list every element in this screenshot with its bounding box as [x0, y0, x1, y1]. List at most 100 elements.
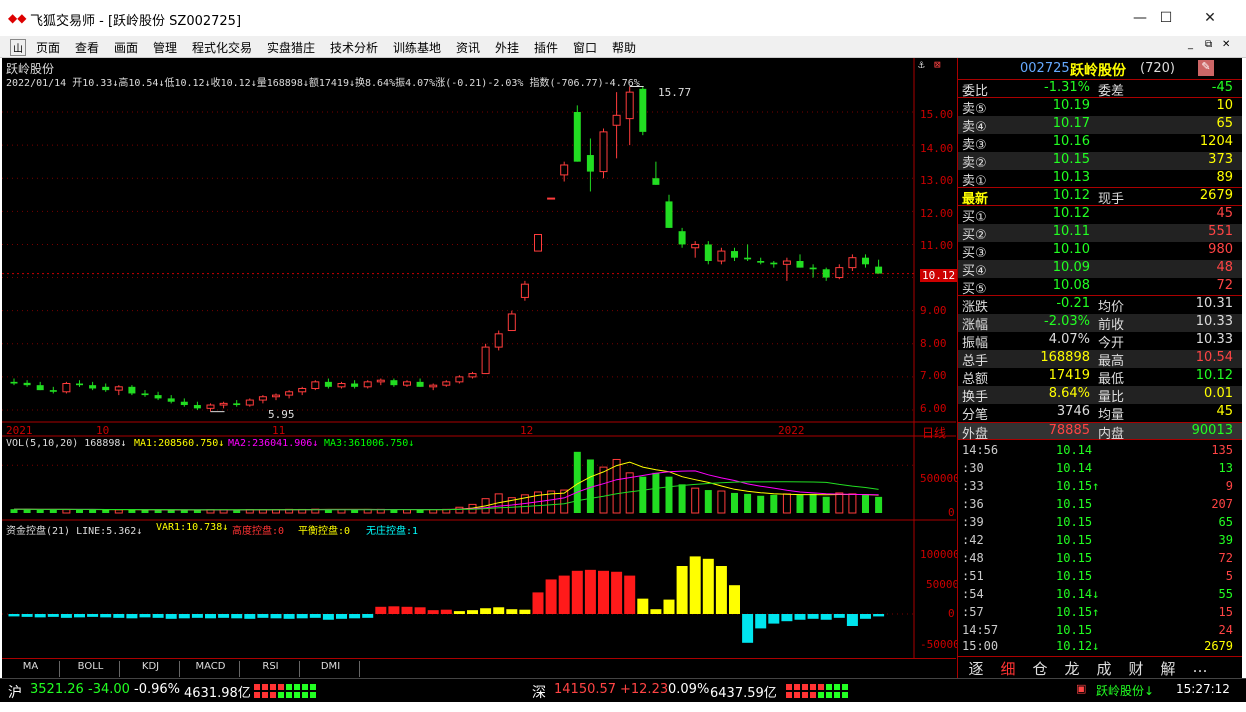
tab-boll[interactable]: BOLL	[62, 661, 120, 677]
candle-body-up	[691, 243, 700, 249]
candle-body-up	[62, 383, 71, 393]
volume-bar-down	[770, 494, 778, 513]
tab-more[interactable]: …	[1186, 658, 1214, 678]
pin-icon[interactable]: ⚓	[918, 58, 925, 71]
tab-rsi[interactable]: RSI	[242, 661, 300, 677]
maximize-button[interactable]: ☐	[1146, 5, 1186, 31]
sz-label: 深	[532, 685, 546, 701]
tab-dmi[interactable]: DMI	[302, 661, 360, 677]
volume-bar-down	[731, 492, 738, 513]
tick-price: 10.14↓	[1056, 587, 1100, 601]
menu-training[interactable]: 训练基地	[393, 39, 441, 56]
menu-help[interactable]: 帮助	[612, 39, 636, 56]
tab-position[interactable]: 仓	[1026, 658, 1054, 678]
fund-var1-legend: VAR1:10.738↓	[156, 522, 229, 533]
fund-control-bar	[74, 614, 85, 618]
kline-chart-area[interactable]: 跃岭股份 2022/01/14 开10.33↓高10.54↓低10.12↓收10…	[2, 58, 960, 678]
volume-bar-down	[180, 510, 188, 513]
sell-label: 卖④	[962, 120, 987, 135]
volume-bar-up	[403, 509, 411, 514]
mdi-close-icon[interactable]: ✕	[1222, 39, 1230, 50]
menu-news[interactable]: 资讯	[456, 39, 480, 56]
mdi-minimize-icon[interactable]: _	[1188, 39, 1193, 50]
fund-control-bar	[283, 614, 295, 619]
tick-price: 10.15	[1056, 569, 1093, 583]
status-stock[interactable]: 跃岭股份↓	[1096, 682, 1154, 699]
volume-bar-down	[10, 509, 18, 513]
sh-index[interactable]: 3521.26	[30, 682, 84, 697]
sell-row[interactable]: 卖④ 10.17 65	[958, 116, 1242, 135]
mdi-restore-icon[interactable]: ⧉	[1205, 39, 1212, 50]
price-tick: 13.00	[920, 174, 954, 187]
sell-row[interactable]: 卖③ 10.16 1204	[958, 134, 1242, 153]
tab-detail[interactable]: 细	[994, 658, 1022, 678]
sz-index[interactable]: 14150.57	[554, 682, 616, 697]
buy-row[interactable]: 买② 10.11 551	[958, 224, 1242, 243]
latest-row: 最新 10.12 现手 2679	[958, 188, 1242, 207]
period-label[interactable]: 日线	[922, 424, 946, 441]
tick-time: :54	[962, 587, 984, 601]
candle-body-down	[49, 390, 57, 392]
buy-row[interactable]: 买⑤ 10.08 72	[958, 278, 1242, 297]
app-menu-icon[interactable]: 山	[10, 39, 26, 56]
sz-pct: 0.09%	[668, 682, 710, 697]
menu-hunt-dealer[interactable]: 实盘猎庄	[267, 39, 315, 56]
stat-label: 均价	[1098, 300, 1125, 315]
fund-control-bar	[218, 614, 230, 618]
menu-screen[interactable]: 画面	[114, 39, 138, 56]
stat-label: 量比	[1098, 390, 1125, 405]
close-button[interactable]: ✕	[1190, 5, 1230, 31]
candle-body-up	[245, 399, 254, 406]
menu-technical-analysis[interactable]: 技术分析	[330, 39, 378, 56]
menu-plugin-ext[interactable]: 外挂	[495, 39, 519, 56]
buy-price: 10.10	[1052, 242, 1090, 257]
volume-bar-up	[455, 506, 464, 514]
sell-row[interactable]: 卖② 10.15 373	[958, 152, 1242, 171]
stat-value: 8.64%	[1048, 386, 1090, 401]
buy-price: 10.08	[1052, 278, 1090, 293]
stat-row: 总额 17419 最低 10.12	[958, 368, 1242, 387]
fund-control-bar	[768, 614, 780, 624]
tab-explain[interactable]: 解	[1154, 658, 1182, 678]
status-bar: 沪 3521.26 -34.00 -0.96% 4631.98亿 深 14150…	[0, 678, 1246, 702]
menu-manage[interactable]: 管理	[153, 39, 177, 56]
sell-price: 10.17	[1052, 116, 1090, 131]
menu-plugins[interactable]: 插件	[534, 39, 558, 56]
chart-close-icon[interactable]: ⊠	[934, 58, 941, 71]
fund-balance-legend: 平衡控盘:0	[298, 526, 351, 537]
tab-kdj[interactable]: KDJ	[122, 661, 180, 677]
tab-finance[interactable]: 财	[1122, 658, 1150, 678]
menu-program-trade[interactable]: 程式化交易	[192, 39, 252, 56]
kline-chart-svg[interactable]	[2, 58, 956, 658]
buy-row[interactable]: 买① 10.12 45	[958, 206, 1242, 225]
fund-control-bar	[846, 614, 858, 626]
menu-view[interactable]: 查看	[75, 39, 99, 56]
volume-bar-down	[102, 509, 110, 513]
candle-body-up	[468, 373, 477, 378]
tab-trades[interactable]: 逐	[962, 658, 990, 678]
candle-body-down	[76, 383, 83, 386]
alert-icon[interactable]: ▣	[1076, 682, 1086, 695]
sell-row[interactable]: 卖① 10.13 89	[958, 170, 1242, 189]
buy-row[interactable]: 买④ 10.09 48	[958, 260, 1242, 279]
sell-label: 卖①	[962, 174, 987, 189]
tab-dragon[interactable]: 龙	[1058, 658, 1086, 678]
tick-price: 10.14	[1056, 461, 1093, 475]
candle-body-up	[258, 396, 267, 401]
fund-control-bar	[650, 609, 662, 614]
menu-page[interactable]: 页面	[36, 39, 60, 56]
fund-control-bar	[336, 614, 347, 619]
sh-change: -34.00	[88, 682, 130, 697]
tab-deal[interactable]: 成	[1090, 658, 1118, 678]
buy-row[interactable]: 买③ 10.10 980	[958, 242, 1242, 261]
stock-info-icon[interactable]: ✎	[1198, 60, 1214, 76]
sell-row[interactable]: 卖⑤ 10.19 10	[958, 98, 1242, 117]
tab-ma[interactable]: MA	[2, 661, 60, 677]
candle-body-up	[455, 376, 464, 383]
tab-macd[interactable]: MACD	[182, 661, 240, 677]
tick-row: 15:00 10.12↓ 2679	[958, 639, 1242, 657]
candle-body-down	[416, 381, 424, 387]
candle-body-down	[875, 266, 883, 274]
menu-window[interactable]: 窗口	[573, 39, 597, 56]
fund-control-bar	[598, 570, 609, 614]
